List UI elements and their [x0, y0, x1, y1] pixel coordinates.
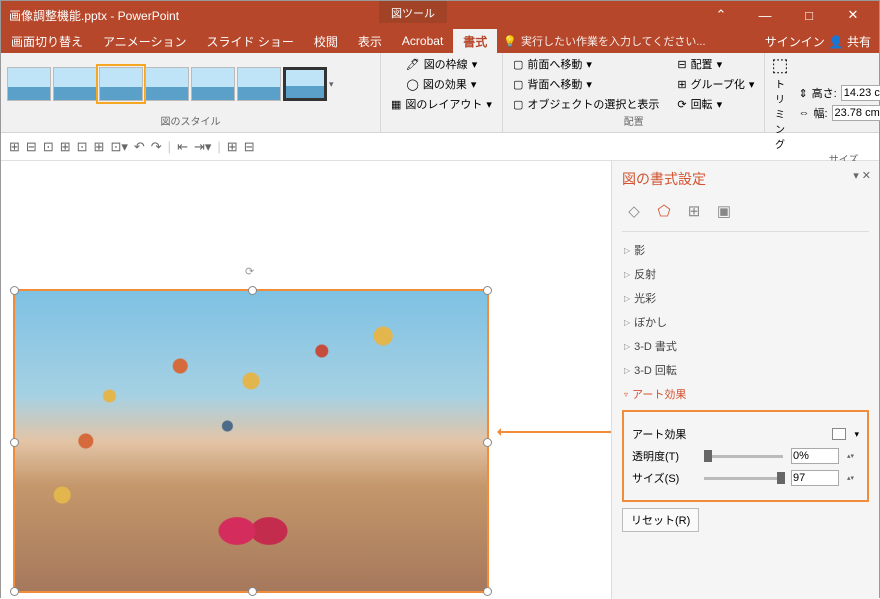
tab-format[interactable]: 書式: [453, 29, 497, 54]
crop-button[interactable]: ⬚ トリミング: [771, 55, 788, 151]
tell-me[interactable]: 💡 実行したい作業を入力してください...: [503, 33, 705, 49]
spinner-icon[interactable]: ▴▾: [847, 452, 859, 460]
ribbon-opts-icon[interactable]: ⌃: [699, 1, 743, 29]
qat-icon[interactable]: ⊞: [9, 139, 20, 155]
size-slider[interactable]: [704, 477, 783, 480]
art-effect-preset-button[interactable]: [832, 428, 846, 440]
tab-animations[interactable]: アニメーション: [93, 29, 197, 54]
minimize-button[interactable]: —: [743, 1, 787, 29]
resize-handle[interactable]: [10, 438, 19, 447]
height-field[interactable]: ⇕ 高さ: ▴▾: [794, 84, 880, 102]
signin-link[interactable]: サインイン: [765, 33, 825, 50]
selection-pane-button[interactable]: ▢ オブジェクトの選択と表示: [509, 95, 663, 113]
contextual-tab-label: 図ツール: [379, 1, 447, 23]
transparency-label: 透明度(T): [632, 448, 696, 464]
picture-style-5[interactable]: [191, 67, 235, 101]
section-glow[interactable]: ▷光彩: [622, 286, 869, 310]
size-label: サイズ(S): [632, 470, 696, 486]
picture-border-button[interactable]: 🖊 図の枠線 ▾: [402, 55, 482, 73]
annotation-arrow: [499, 431, 625, 433]
tell-me-text: 実行したい作業を入力してください...: [521, 33, 706, 49]
tab-view[interactable]: 表示: [348, 29, 392, 54]
picture-content: [15, 291, 487, 591]
resize-handle[interactable]: [483, 438, 492, 447]
qat-icon[interactable]: ⊞: [94, 139, 105, 155]
resize-handle[interactable]: [483, 286, 492, 295]
section-blur[interactable]: ▷ぼかし: [622, 310, 869, 334]
section-3d-rotation[interactable]: ▷3-D 回転: [622, 358, 869, 382]
resize-handle[interactable]: [483, 587, 492, 596]
picture-effects-button[interactable]: ◯ 図の効果 ▾: [403, 75, 481, 93]
reset-button[interactable]: リセット(R): [622, 508, 699, 532]
section-artistic-effects[interactable]: ▿アート効果: [622, 382, 869, 406]
rotate-button[interactable]: ⟳ 回転 ▾: [673, 95, 758, 113]
format-picture-pane: ▾ ✕ 図の書式設定 ◇ ⬠ ⊞ ▣ ▷影 ▷反射 ▷光彩 ▷ぼかし ▷3-D …: [611, 161, 879, 599]
qat-icon[interactable]: ↷: [151, 139, 162, 155]
resize-handle[interactable]: [10, 587, 19, 596]
section-shadow[interactable]: ▷影: [622, 238, 869, 262]
close-button[interactable]: ✕: [831, 1, 875, 29]
qat-icon[interactable]: ⊟: [244, 139, 255, 155]
resize-handle[interactable]: [248, 587, 257, 596]
picture-style-4[interactable]: [145, 67, 189, 101]
group-label-styles: 図のスタイル: [7, 113, 374, 130]
dropdown-icon[interactable]: ▾: [854, 429, 859, 440]
group-button[interactable]: ⊞ グループ化 ▾: [673, 75, 758, 93]
tab-slideshow[interactable]: スライド ショー: [197, 29, 304, 54]
picture-style-6[interactable]: [237, 67, 281, 101]
qat-icon[interactable]: ⊞: [60, 139, 71, 155]
bring-forward-button[interactable]: ▢ 前面へ移動 ▾: [509, 55, 663, 73]
tab-transitions[interactable]: 画面切り替え: [1, 29, 93, 54]
styles-more-icon[interactable]: ▾: [329, 79, 334, 90]
fill-line-icon[interactable]: ◇: [624, 201, 644, 221]
transparency-slider[interactable]: [704, 455, 783, 458]
slide-canvas[interactable]: ⟳: [1, 161, 611, 599]
picture-style-2[interactable]: [53, 67, 97, 101]
resize-handle[interactable]: [248, 286, 257, 295]
section-3d-format[interactable]: ▷3-D 書式: [622, 334, 869, 358]
qat-icon[interactable]: ⇤: [177, 139, 188, 155]
picture-layout-button[interactable]: ▦ 図のレイアウト ▾: [387, 95, 496, 113]
picture-icon[interactable]: ▣: [714, 201, 734, 221]
art-effect-label: アート効果: [632, 426, 824, 442]
size-props-icon[interactable]: ⊞: [684, 201, 704, 221]
size-input[interactable]: [791, 470, 839, 486]
picture-style-3[interactable]: [99, 67, 143, 101]
qat-icon[interactable]: ⊡: [43, 139, 54, 155]
transparency-input[interactable]: [791, 448, 839, 464]
align-button[interactable]: ⊟ 配置 ▾: [673, 55, 758, 73]
width-field[interactable]: ⇔ 幅: ▴▾: [794, 104, 880, 122]
qat-icon[interactable]: ⊡▾: [110, 139, 127, 155]
tab-review[interactable]: 校閲: [304, 29, 348, 54]
maximize-button[interactable]: □: [787, 1, 831, 29]
selected-picture[interactable]: [13, 289, 489, 593]
picture-style-7[interactable]: [283, 67, 327, 101]
group-label-arrange: 配置: [509, 113, 759, 130]
qat-icon[interactable]: ⇥▾: [194, 139, 211, 155]
qat-icon[interactable]: ↶: [134, 139, 145, 155]
qat-icon[interactable]: ⊞: [227, 139, 238, 155]
pane-title: 図の書式設定: [622, 169, 869, 189]
share-button[interactable]: 👤 共有: [829, 33, 871, 50]
spinner-icon[interactable]: ▴▾: [847, 474, 859, 482]
file-title: 画像調整機能.pptx - PowerPoint: [5, 7, 179, 24]
section-reflection[interactable]: ▷反射: [622, 262, 869, 286]
qat-icon[interactable]: ⊟: [26, 139, 37, 155]
picture-style-1[interactable]: [7, 67, 51, 101]
effects-icon[interactable]: ⬠: [654, 201, 674, 221]
resize-handle[interactable]: [10, 286, 19, 295]
qat-icon[interactable]: ⊡: [77, 139, 88, 155]
tab-acrobat[interactable]: Acrobat: [392, 30, 453, 52]
pane-close-button[interactable]: ▾ ✕: [853, 169, 871, 182]
rotate-handle-icon[interactable]: ⟳: [245, 265, 254, 278]
send-backward-button[interactable]: ▢ 背面へ移動 ▾: [509, 75, 663, 93]
